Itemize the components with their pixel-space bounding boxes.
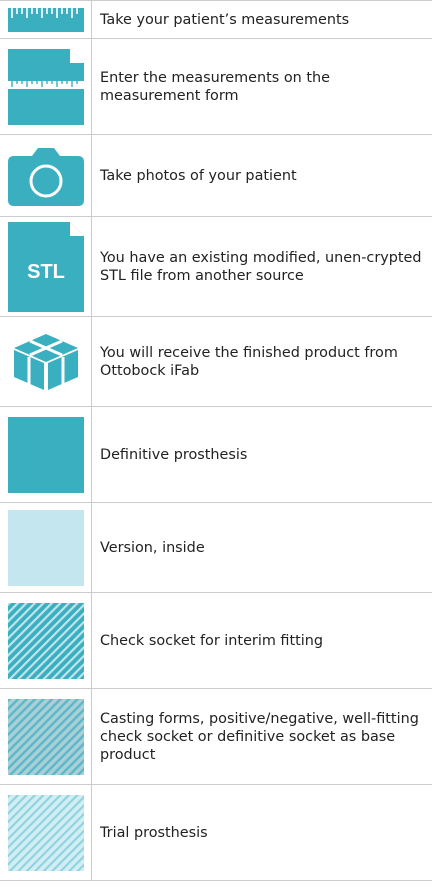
legend-row-measurement-form: Enter the measurements on the measuremen… <box>0 38 432 135</box>
legend-row-measurements: Take your patient’s measurements <box>0 0 432 39</box>
gray-hatched-swatch-icon <box>7 698 84 775</box>
legend-row-finished-product: You will receive the finished product fr… <box>0 316 432 407</box>
stl-file-icon: STL <box>7 221 84 312</box>
legend-text: You will receive the finished product fr… <box>91 316 432 407</box>
legend-row-casting-forms: Casting forms, positive/negative, well-f… <box>0 688 432 785</box>
legend-table: Take your patient’s measurements Enter t… <box>0 0 432 881</box>
legend-row-photos: Take photos of your patient <box>0 134 432 217</box>
legend-text: Enter the measurements on the measuremen… <box>91 38 432 135</box>
box-icon <box>8 332 84 392</box>
hatched-swatch-icon <box>7 602 84 679</box>
legend-text: Check socket for interim fitting <box>91 592 432 689</box>
legend-text: You have an existing modified, unen-cryp… <box>91 216 432 317</box>
legend-row-version-inside: Version, inside <box>0 502 432 593</box>
stl-label: STL <box>27 261 65 283</box>
legend-row-definitive: Definitive prosthesis <box>0 406 432 503</box>
camera-icon <box>7 138 84 214</box>
light-hatched-swatch-icon <box>7 794 84 871</box>
legend-text: Version, inside <box>91 502 432 593</box>
ruler-icon <box>7 7 84 32</box>
legend-text: Trial prosthesis <box>91 784 432 881</box>
legend-text: Definitive prosthesis <box>91 406 432 503</box>
light-swatch-icon <box>7 509 84 586</box>
legend-row-check-socket: Check socket for interim fitting <box>0 592 432 689</box>
legend-text: Casting forms, positive/negative, well-f… <box>91 688 432 785</box>
legend-row-trial: Trial prosthesis <box>0 784 432 881</box>
legend-icon-cell <box>0 0 92 39</box>
measurement-form-icon <box>7 48 84 125</box>
legend-text: Take photos of your patient <box>91 134 432 217</box>
legend-text: Take your patient’s measurements <box>91 0 432 39</box>
legend-row-stl: STL You have an existing modified, unen-… <box>0 216 432 317</box>
solid-swatch-icon <box>7 416 84 493</box>
